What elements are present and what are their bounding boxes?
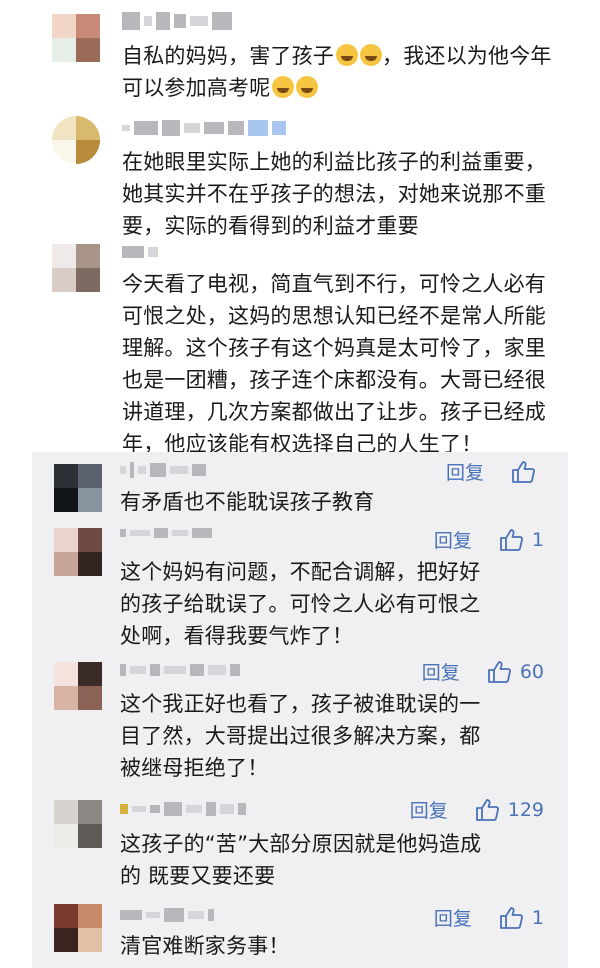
like-thumb-icon[interactable] xyxy=(510,459,536,485)
avatar-pixel xyxy=(52,268,76,292)
reply-actions: 回复 1 xyxy=(434,904,544,931)
avatar-pixel xyxy=(54,528,78,552)
replies-panel: 回复 有矛盾也不能耽误孩子教育 回复 1 这个妈妈有问题，不配合调解，把好好 的 xyxy=(32,452,568,968)
avatar-pixel xyxy=(54,686,78,710)
reply-actions: 回复 129 xyxy=(410,796,544,823)
avatar-pixel xyxy=(78,928,102,952)
reply-button[interactable]: 回复 xyxy=(422,658,460,685)
username-blurred[interactable] xyxy=(120,462,206,478)
avatar-pixel xyxy=(78,824,102,848)
like-count: 60 xyxy=(519,660,544,683)
like-count: 129 xyxy=(507,798,544,821)
crying-emoji-icon xyxy=(272,76,295,98)
reply-actions: 回复 1 xyxy=(434,526,544,553)
avatar-pixel xyxy=(54,928,78,952)
reply-button[interactable]: 回复 xyxy=(446,458,484,485)
avatar-pixel xyxy=(78,904,102,928)
comment-list: 自私的妈妈，害了孩子 ，我还以为他今年 可以参加高考呢 在她眼里实际上她的利益比孩… xyxy=(0,0,600,456)
avatar-pixel xyxy=(78,800,102,824)
reply-text: 这个我正好也看了，孩子被谁耽误的一 目了然，大哥提出过很多解决方案，都 被继母拒… xyxy=(120,692,481,780)
avatar-pixel xyxy=(54,824,78,848)
avatar-pixel xyxy=(54,488,78,512)
avatar[interactable] xyxy=(54,662,102,710)
reply-text: 这个妈妈有问题，不配合调解，把好好 的孩子给耽误了。可怜之人必有可恨之 处啊，看… xyxy=(120,560,481,648)
reply-button[interactable]: 回复 xyxy=(410,796,448,823)
like-thumb-icon[interactable] xyxy=(498,905,524,931)
like-count: 1 xyxy=(531,906,544,929)
avatar-pixel xyxy=(78,662,102,686)
like-thumb-icon[interactable] xyxy=(486,659,512,685)
crying-emoji-icon xyxy=(296,76,319,98)
avatar-pixel xyxy=(76,244,100,268)
avatar-pixel xyxy=(76,38,100,62)
avatar-pixel xyxy=(78,464,102,488)
laughing-emoji-icon xyxy=(360,44,382,66)
avatar-pixel xyxy=(52,38,76,62)
username-blurred[interactable] xyxy=(122,120,286,136)
username-blurred[interactable] xyxy=(120,908,214,922)
like-thumb-icon[interactable] xyxy=(474,797,500,823)
username-blurred[interactable] xyxy=(122,246,158,258)
avatar-pixel xyxy=(52,116,76,140)
reply-button[interactable]: 回复 xyxy=(434,904,472,931)
avatar[interactable] xyxy=(54,800,102,848)
username-blurred[interactable] xyxy=(120,528,212,538)
avatar-pixel xyxy=(54,464,78,488)
avatar-pixel xyxy=(52,140,76,164)
avatar-pixel xyxy=(76,14,100,38)
avatar-pixel xyxy=(78,528,102,552)
like-count: 1 xyxy=(531,528,544,551)
avatar-pixel xyxy=(52,14,76,38)
avatar[interactable] xyxy=(52,14,100,62)
laughing-emoji-icon xyxy=(336,44,358,66)
avatar[interactable] xyxy=(54,904,102,952)
avatar[interactable] xyxy=(54,464,102,512)
reply-text: 清官难断家务事！ xyxy=(120,934,290,958)
comment-text: 在她眼里实际上她的利益比孩子的利益重要， 她其实并不在乎孩子的想法，对她来说那不… xyxy=(122,150,546,238)
avatar-pixel xyxy=(54,662,78,686)
comment-text: 自私的妈妈，害了孩子 ，我还以为他今年 可以参加高考呢 xyxy=(122,44,552,100)
reply-button[interactable]: 回复 xyxy=(434,526,472,553)
username-blurred[interactable] xyxy=(120,802,246,816)
username-blurred[interactable] xyxy=(120,664,240,676)
avatar-pixel xyxy=(78,686,102,710)
reply-actions: 回复 xyxy=(446,458,544,485)
avatar-pixel xyxy=(54,800,78,824)
reply-actions: 回复 60 xyxy=(422,658,544,685)
avatar-pixel xyxy=(76,268,100,292)
reply-text: 有矛盾也不能耽误孩子教育 xyxy=(120,490,375,514)
avatar[interactable] xyxy=(54,528,102,576)
avatar-pixel xyxy=(52,244,76,268)
avatar[interactable] xyxy=(52,116,100,164)
avatar-pixel xyxy=(54,552,78,576)
avatar[interactable] xyxy=(52,244,100,292)
avatar-pixel xyxy=(76,116,100,140)
like-thumb-icon[interactable] xyxy=(498,527,524,553)
avatar-pixel xyxy=(78,488,102,512)
comment-text: 今天看了电视，简直气到不行，可怜之人必有 可恨之处，这妈的思想认知已经不是常人所… xyxy=(122,272,546,456)
username-blurred[interactable] xyxy=(122,12,232,30)
avatar-pixel xyxy=(76,140,100,164)
avatar-pixel xyxy=(54,904,78,928)
reply-text: 这孩子的“苦”大部分原因就是他妈造成 的 既要又要还要 xyxy=(120,832,482,888)
avatar-pixel xyxy=(78,552,102,576)
